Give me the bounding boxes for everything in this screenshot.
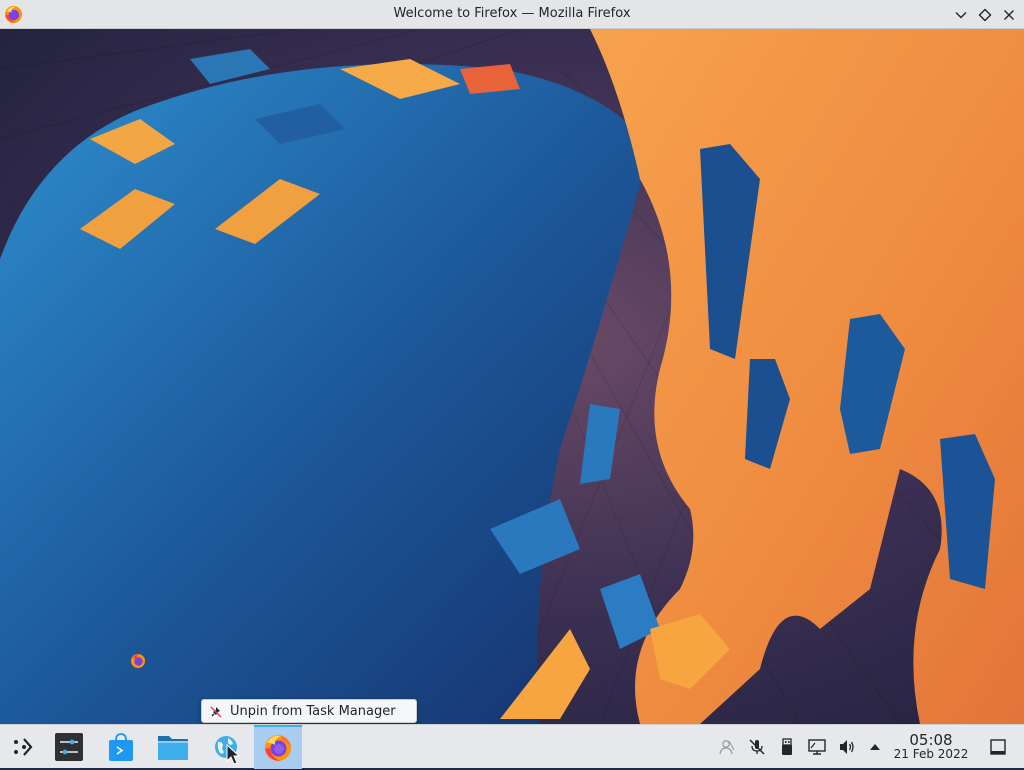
clock-date[interactable]: 21 Feb 2022: [890, 747, 972, 761]
close-icon: [1004, 10, 1014, 20]
expand-tray-arrow-icon[interactable]: [865, 737, 885, 757]
wallpaper-artwork: [0, 29, 1024, 724]
task-dolphin[interactable]: [150, 725, 196, 769]
settings-sliders-icon: [55, 733, 83, 761]
application-launcher-icon: [14, 738, 33, 756]
show-desktop-button[interactable]: [988, 737, 1008, 757]
task-discover[interactable]: [98, 725, 144, 769]
volume-icon[interactable]: [837, 737, 857, 757]
unpin-icon: [209, 704, 223, 718]
window-titlebar[interactable]: Welcome to Firefox — Mozilla Firefox: [0, 0, 1024, 29]
user-icon[interactable]: [717, 737, 737, 757]
usb-drive-icon[interactable]: [777, 737, 797, 757]
application-launcher[interactable]: [0, 725, 46, 769]
microphone-muted-icon[interactable]: [747, 737, 767, 757]
show-desktop-icon: [990, 739, 1006, 755]
mouse-cursor-icon: [226, 743, 241, 766]
unpin-menu-item[interactable]: Unpin from Task Manager: [230, 704, 396, 719]
taskbar: [0, 724, 1024, 769]
task-context-menu[interactable]: Unpin from Task Manager: [201, 699, 417, 723]
network-wired-icon[interactable]: [807, 737, 827, 757]
diamond-icon: [978, 8, 992, 22]
chevron-down-icon: [955, 12, 967, 19]
desktop-wallpaper[interactable]: [0, 29, 1024, 724]
maximize-button[interactable]: [974, 4, 996, 26]
close-button[interactable]: [998, 4, 1020, 26]
window-title: Welcome to Firefox — Mozilla Firefox: [393, 6, 631, 21]
desktop-firefox-icon[interactable]: [128, 651, 148, 671]
folder-icon: [158, 736, 188, 760]
task-system-settings[interactable]: [46, 725, 92, 769]
store-bag-icon: [109, 733, 133, 761]
firefox-icon: [265, 735, 291, 761]
task-firefox[interactable]: [254, 725, 302, 769]
minimize-button[interactable]: [950, 4, 972, 26]
